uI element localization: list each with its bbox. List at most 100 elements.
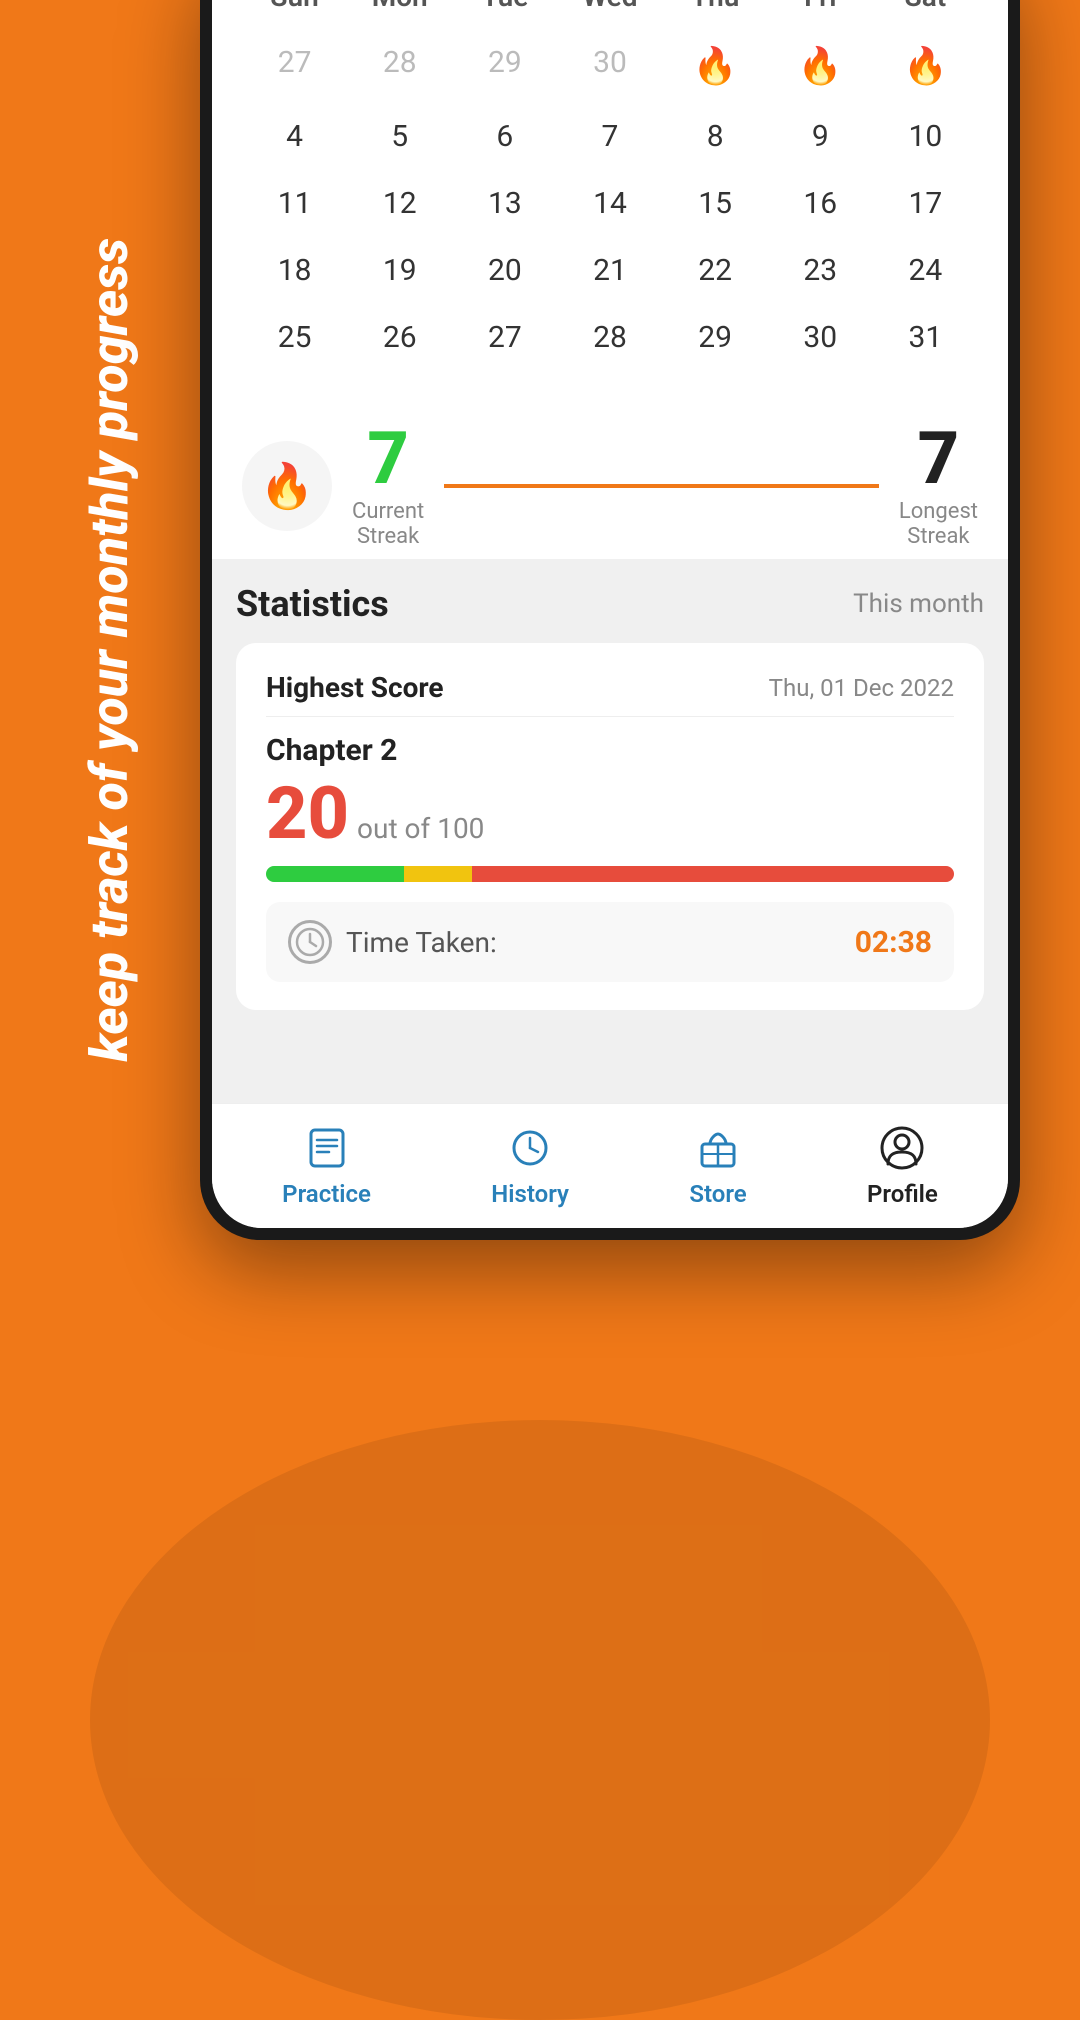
cal-day-flame: 🔥 <box>663 31 768 101</box>
current-streak-number: 7 <box>367 423 409 495</box>
cal-header-mon: Mon <box>347 0 452 21</box>
nav-item-store[interactable]: Store <box>689 1122 746 1208</box>
current-streak-label: CurrentStreak <box>352 499 424 549</box>
streak-line <box>444 484 879 488</box>
cal-day: 22 <box>663 239 768 302</box>
cal-day: 16 <box>768 172 873 235</box>
cal-day: 10 <box>873 105 978 168</box>
score-title: Highest Score <box>266 671 444 704</box>
flame-icon: 🔥 <box>903 45 948 87</box>
calendar-grid: Sun Mon Tue Wed Thu Fri Sat 27 28 29 30 … <box>242 0 978 369</box>
stats-section: Statistics This month Highest Score Thu,… <box>212 559 1008 1103</box>
score-big: 20 <box>266 778 349 850</box>
bar-yellow <box>404 866 473 882</box>
bar-red <box>472 866 954 882</box>
cal-day: 13 <box>452 172 557 235</box>
cal-day: 21 <box>557 239 662 302</box>
cal-day: 11 <box>242 172 347 235</box>
time-row: Time Taken: 02:38 <box>266 902 954 982</box>
clock-icon <box>288 920 332 964</box>
history-label: History <box>491 1180 569 1208</box>
cal-day: 7 <box>557 105 662 168</box>
cal-day: 23 <box>768 239 873 302</box>
cal-day: 28 <box>557 306 662 369</box>
cal-day: 24 <box>873 239 978 302</box>
current-streak-item: 7 CurrentStreak <box>352 423 424 549</box>
bg-decoration <box>90 1420 990 2020</box>
cal-day: 31 <box>873 306 978 369</box>
flame-icon: 🔥 <box>798 45 843 87</box>
calendar-row-1: 27 28 29 30 🔥 🔥 🔥 <box>242 31 978 101</box>
practice-icon <box>301 1122 353 1174</box>
cal-day: 28 <box>347 31 452 101</box>
calendar-row-4: 18 19 20 21 22 23 24 <box>242 239 978 302</box>
stats-header: Statistics This month <box>236 583 984 625</box>
cal-day: 5 <box>347 105 452 168</box>
side-text: keep track of your monthly progress <box>81 238 138 1062</box>
profile-icon <box>876 1122 928 1174</box>
side-text-container: keep track of your monthly progress <box>20 200 200 1100</box>
practice-label: Practice <box>282 1180 371 1208</box>
phone-frame: Sun Mon Tue Wed Thu Fri Sat 27 28 29 30 … <box>200 0 1020 1240</box>
streak-flame-circle: 🔥 <box>242 441 332 531</box>
store-icon <box>692 1122 744 1174</box>
cal-day: 25 <box>242 306 347 369</box>
nav-item-history[interactable]: History <box>491 1122 569 1208</box>
cal-header-sun: Sun <box>242 0 347 21</box>
cal-day: 26 <box>347 306 452 369</box>
cal-header-sat: Sat <box>873 0 978 21</box>
cal-day: 29 <box>452 31 557 101</box>
cal-day: 4 <box>242 105 347 168</box>
stats-filter[interactable]: This month <box>853 589 984 619</box>
cal-header-thu: Thu <box>663 0 768 21</box>
phone-screen: Sun Mon Tue Wed Thu Fri Sat 27 28 29 30 … <box>212 0 1008 1228</box>
longest-streak-number: 7 <box>918 423 960 495</box>
history-icon <box>504 1122 556 1174</box>
cal-day-flame: 🔥 <box>768 31 873 101</box>
score-value-row: 20 out of 100 <box>266 778 954 850</box>
cal-day: 27 <box>452 306 557 369</box>
score-date: Thu, 01 Dec 2022 <box>769 674 954 702</box>
streak-section: 🔥 7 CurrentStreak 7 LongestStreak <box>212 403 1008 559</box>
score-out-of: out of 100 <box>357 812 484 845</box>
cal-day: 30 <box>557 31 662 101</box>
cal-day-flame: 🔥 <box>873 31 978 101</box>
calendar-row-2: 4 5 6 7 8 9 10 <box>242 105 978 168</box>
profile-label: Profile <box>867 1180 938 1208</box>
cal-header-fri: Fri <box>768 0 873 21</box>
calendar-section: Sun Mon Tue Wed Thu Fri Sat 27 28 29 30 … <box>212 0 1008 403</box>
score-divider <box>266 716 954 717</box>
store-label: Store <box>689 1180 746 1208</box>
cal-day: 30 <box>768 306 873 369</box>
longest-streak-label: LongestStreak <box>899 499 978 549</box>
cal-day: 29 <box>663 306 768 369</box>
flame-icon: 🔥 <box>693 45 738 87</box>
nav-item-profile[interactable]: Profile <box>867 1122 938 1208</box>
longest-streak-item: 7 LongestStreak <box>899 423 978 549</box>
bottom-nav: Practice History <box>212 1103 1008 1228</box>
cal-day: 8 <box>663 105 768 168</box>
calendar-header-row: Sun Mon Tue Wed Thu Fri Sat <box>242 0 978 21</box>
streak-flame-icon: 🔥 <box>260 460 315 512</box>
time-value: 02:38 <box>855 925 932 960</box>
stats-card: Highest Score Thu, 01 Dec 2022 Chapter 2… <box>236 643 984 1010</box>
score-header: Highest Score Thu, 01 Dec 2022 <box>266 671 954 704</box>
cal-day: 9 <box>768 105 873 168</box>
bar-green <box>266 866 404 882</box>
time-label: Time Taken: <box>346 926 841 959</box>
cal-day: 14 <box>557 172 662 235</box>
chapter-label: Chapter 2 <box>266 733 954 768</box>
nav-item-practice[interactable]: Practice <box>282 1122 371 1208</box>
cal-header-wed: Wed <box>557 0 662 21</box>
streak-connector: 7 CurrentStreak 7 LongestStreak <box>352 423 978 549</box>
cal-day: 6 <box>452 105 557 168</box>
score-bar <box>266 866 954 882</box>
calendar-row-3: 11 12 13 14 15 16 17 <box>242 172 978 235</box>
cal-day: 20 <box>452 239 557 302</box>
cal-day: 12 <box>347 172 452 235</box>
stats-title: Statistics <box>236 583 389 625</box>
cal-day: 15 <box>663 172 768 235</box>
cal-day: 27 <box>242 31 347 101</box>
cal-header-tue: Tue <box>452 0 557 21</box>
cal-day: 17 <box>873 172 978 235</box>
